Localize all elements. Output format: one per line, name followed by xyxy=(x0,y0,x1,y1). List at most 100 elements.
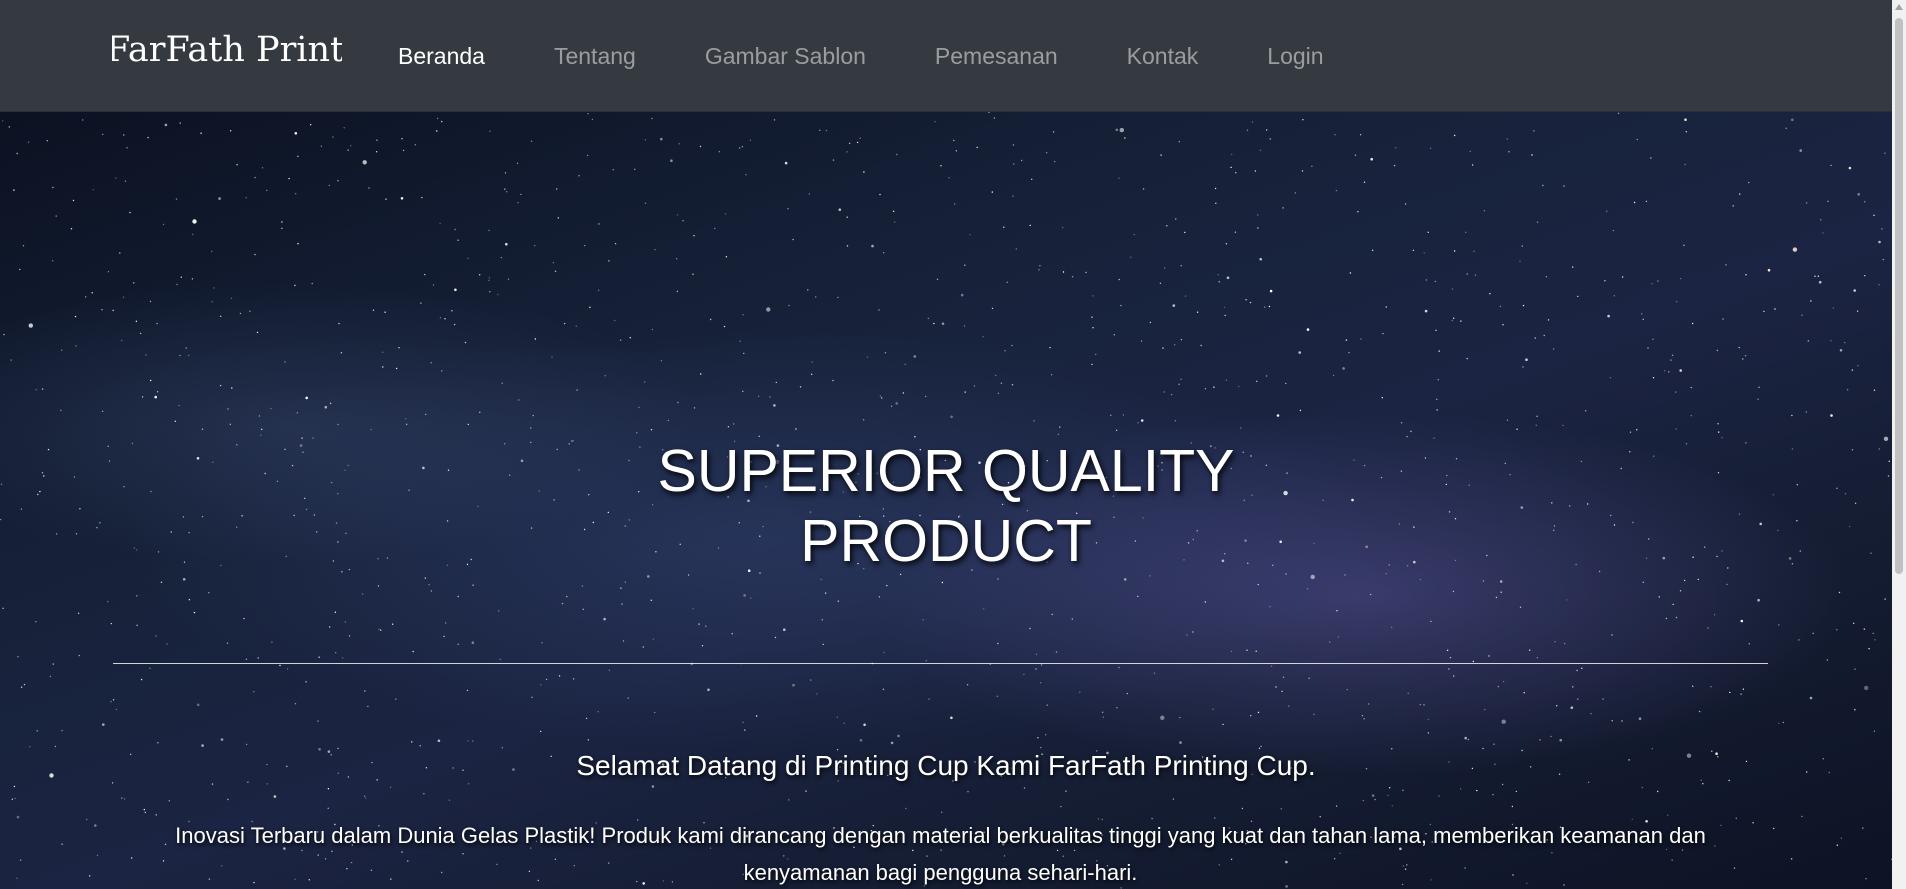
star xyxy=(1590,712,1592,715)
star xyxy=(327,788,330,790)
star xyxy=(1502,680,1505,683)
star xyxy=(843,722,845,724)
star xyxy=(271,641,273,643)
star xyxy=(541,642,543,644)
star xyxy=(1846,389,1849,391)
star xyxy=(54,745,57,748)
vertical-scrollbar[interactable] xyxy=(1892,0,1906,889)
star xyxy=(1434,280,1437,283)
nav-link-kontak[interactable]: Kontak xyxy=(1127,38,1199,74)
star xyxy=(3,333,5,336)
star xyxy=(1091,316,1093,318)
star xyxy=(471,641,475,644)
star xyxy=(1515,790,1518,793)
star xyxy=(488,229,490,232)
star xyxy=(135,320,138,322)
star xyxy=(1506,138,1508,140)
scrollbar-thumb[interactable] xyxy=(1895,18,1903,574)
star xyxy=(1679,369,1682,372)
star xyxy=(1812,632,1814,634)
star xyxy=(1299,409,1302,412)
star xyxy=(1163,391,1166,393)
nav-link-tentang[interactable]: Tentang xyxy=(554,38,636,74)
star xyxy=(1224,314,1226,317)
star xyxy=(534,244,536,247)
star xyxy=(879,193,881,196)
nav-link-pemesanan[interactable]: Pemesanan xyxy=(935,38,1058,74)
star xyxy=(934,121,936,123)
star xyxy=(1115,128,1119,132)
star xyxy=(1282,207,1284,209)
star xyxy=(883,651,885,654)
star xyxy=(261,167,264,169)
star xyxy=(1680,277,1682,280)
star xyxy=(705,625,707,627)
star xyxy=(1200,344,1202,347)
star xyxy=(1174,420,1177,422)
star xyxy=(506,191,508,193)
star xyxy=(1335,189,1338,192)
star xyxy=(1335,805,1338,807)
star xyxy=(976,146,978,149)
star xyxy=(1642,318,1644,320)
star xyxy=(443,635,445,638)
star xyxy=(936,278,939,280)
star xyxy=(1474,274,1477,276)
star xyxy=(1035,653,1038,655)
star xyxy=(1423,704,1425,706)
star xyxy=(1820,219,1822,221)
star xyxy=(1334,134,1336,136)
star xyxy=(1807,340,1810,342)
star xyxy=(1818,280,1822,284)
star xyxy=(133,282,135,284)
star xyxy=(1519,606,1522,608)
star xyxy=(575,325,577,327)
star xyxy=(1246,649,1248,651)
hero-section: SUPERIOR QUALITY PRODUCT Selamat Datang … xyxy=(0,112,1892,889)
nav-link-gambar-sablon[interactable]: Gambar Sablon xyxy=(705,38,866,74)
star xyxy=(1641,313,1643,315)
brand-logo-link[interactable]: FarFath Printing xyxy=(112,24,342,80)
scroll-up-arrow-icon[interactable] xyxy=(1895,4,1903,10)
star xyxy=(1118,278,1120,281)
star xyxy=(1451,319,1454,322)
star xyxy=(101,410,104,412)
star xyxy=(1884,152,1886,154)
star xyxy=(1276,414,1280,417)
nav-link-beranda[interactable]: Beranda xyxy=(398,38,485,74)
star xyxy=(1577,698,1579,700)
star xyxy=(714,227,716,230)
star xyxy=(1500,591,1502,593)
star xyxy=(77,612,80,614)
star xyxy=(651,785,655,788)
star xyxy=(1853,289,1856,292)
star xyxy=(1172,304,1176,307)
star xyxy=(1391,626,1393,628)
star xyxy=(1645,200,1648,203)
star xyxy=(1040,682,1042,684)
star xyxy=(155,814,157,816)
star xyxy=(540,684,542,686)
star xyxy=(1204,601,1207,603)
star xyxy=(1864,685,1869,691)
star xyxy=(1522,304,1525,307)
star xyxy=(964,264,966,266)
star xyxy=(364,795,366,797)
star xyxy=(1391,805,1394,807)
star xyxy=(1809,696,1813,700)
star xyxy=(266,189,268,192)
star xyxy=(700,373,702,375)
star xyxy=(603,617,606,621)
star xyxy=(693,407,696,409)
star xyxy=(123,134,125,136)
star xyxy=(1844,341,1846,344)
star xyxy=(584,244,586,247)
star xyxy=(1235,172,1237,174)
nav-link-login[interactable]: Login xyxy=(1267,38,1323,74)
star xyxy=(70,228,73,230)
star xyxy=(1184,295,1187,297)
star xyxy=(1265,375,1268,377)
star xyxy=(1142,188,1145,190)
star xyxy=(750,597,752,599)
star xyxy=(344,621,346,623)
